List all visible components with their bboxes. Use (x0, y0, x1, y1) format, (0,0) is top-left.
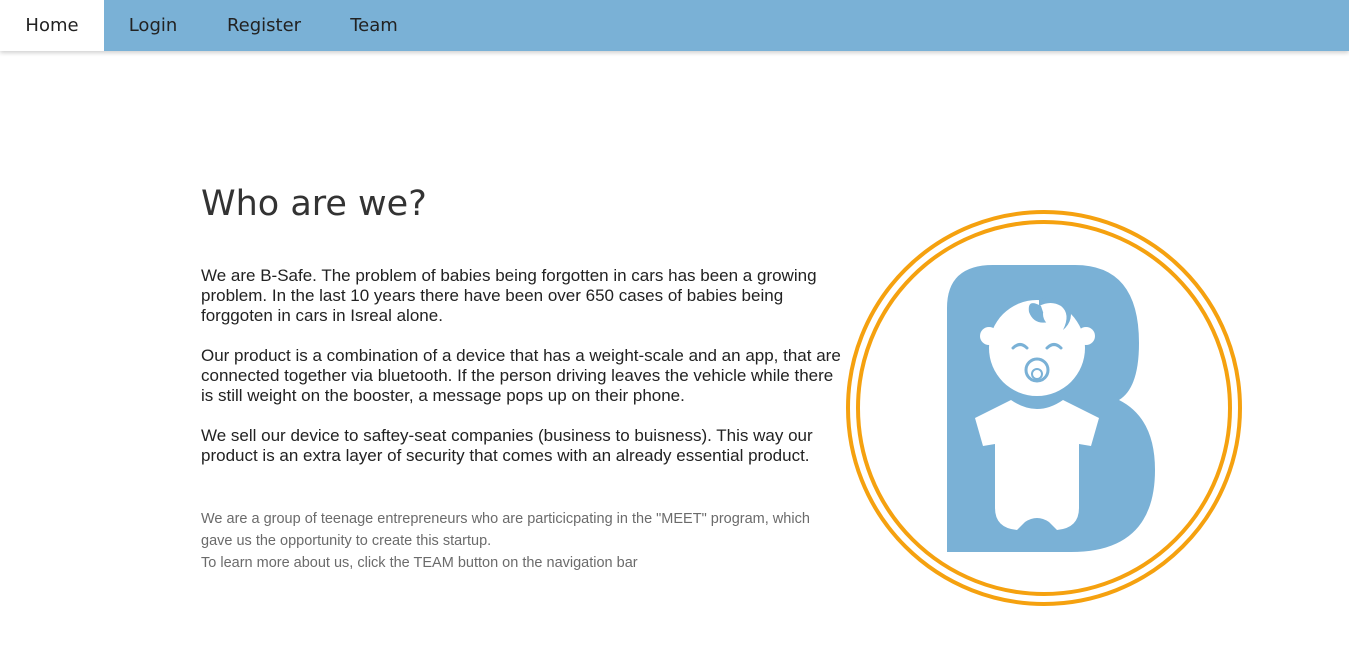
about-paragraph-business: We sell our device to saftey-seat compan… (201, 426, 813, 465)
team-note-line: We are a group of teenage entrepreneurs … (201, 511, 810, 549)
nav-home-link[interactable]: Home (0, 0, 104, 51)
about-paragraph-product: Our product is a combination of a device… (201, 346, 841, 405)
page-title: Who are we? (201, 184, 427, 224)
team-note-line: To learn more about us, click the TEAM b… (201, 555, 638, 571)
nav-login-link[interactable]: Login (104, 0, 202, 51)
baby-ear-left (980, 327, 998, 345)
b-safe-baby-logo-icon (846, 210, 1242, 606)
about-paragraph-problem: We are B-Safe. The problem of babies bei… (201, 266, 817, 325)
nav-register-link[interactable]: Register (202, 0, 326, 51)
about-section: Who are we? We are B-Safe. The problem o… (201, 180, 841, 574)
nav-team-link[interactable]: Team (326, 0, 422, 51)
navigation-bar: Home Login Register Team (0, 0, 1349, 51)
baby-ear-right (1077, 327, 1095, 345)
team-note: We are a group of teenage entrepreneurs … (201, 508, 841, 574)
